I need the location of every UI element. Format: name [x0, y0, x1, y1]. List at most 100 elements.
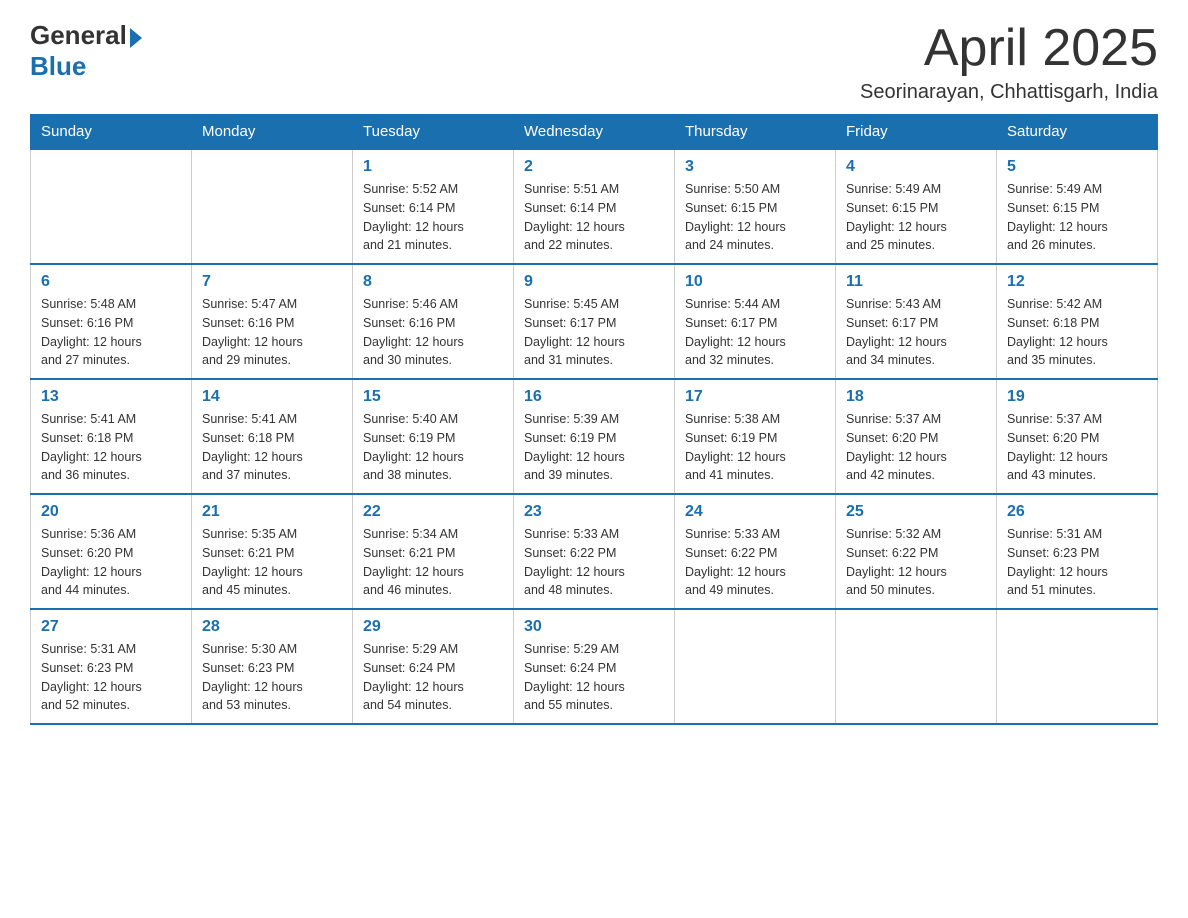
day-info: Sunrise: 5:29 AM Sunset: 6:24 PM Dayligh…	[363, 640, 503, 715]
day-number: 8	[363, 273, 503, 291]
logo: General Blue	[30, 20, 142, 82]
day-info: Sunrise: 5:33 AM Sunset: 6:22 PM Dayligh…	[524, 525, 664, 600]
day-number: 11	[846, 273, 986, 291]
day-number: 17	[685, 388, 825, 406]
calendar-week-row: 6Sunrise: 5:48 AM Sunset: 6:16 PM Daylig…	[31, 264, 1158, 379]
day-info: Sunrise: 5:35 AM Sunset: 6:21 PM Dayligh…	[202, 525, 342, 600]
day-info: Sunrise: 5:47 AM Sunset: 6:16 PM Dayligh…	[202, 295, 342, 370]
day-number: 13	[41, 388, 181, 406]
calendar-day-header: Tuesday	[353, 115, 514, 150]
calendar-day-cell: 13 Sunrise: 5:41 AM Sunset: 6:18 PM Dayli…	[31, 379, 192, 494]
day-number: 20	[41, 503, 181, 521]
calendar-day-cell: 6Sunrise: 5:48 AM Sunset: 6:16 PM Daylig…	[31, 264, 192, 379]
day-info: Sunrise: 5:52 AM Sunset: 6:14 PM Dayligh…	[363, 180, 503, 255]
day-number: 23	[524, 503, 664, 521]
day-number: 4	[846, 158, 986, 176]
calendar-day-header: Saturday	[997, 115, 1158, 150]
day-number: 25	[846, 503, 986, 521]
calendar-day-cell: 5 Sunrise: 5:49 AM Sunset: 6:15 PM Daylig…	[997, 149, 1158, 264]
day-number: 24	[685, 503, 825, 521]
day-info: Sunrise: 5:49 AM Sunset: 6:15 PM Dayligh…	[846, 180, 986, 255]
logo-general-text: General	[30, 20, 127, 51]
calendar-day-cell: 20 Sunrise: 5:36 AM Sunset: 6:20 PM Dayli…	[31, 494, 192, 609]
day-number: 2	[524, 158, 664, 176]
day-info: Sunrise: 5:39 AM Sunset: 6:19 PM Dayligh…	[524, 410, 664, 485]
day-number: 9	[524, 273, 664, 291]
calendar-day-cell: 1 Sunrise: 5:52 AM Sunset: 6:14 PM Daylig…	[353, 149, 514, 264]
day-number: 3	[685, 158, 825, 176]
calendar-day-cell: 3 Sunrise: 5:50 AM Sunset: 6:15 PM Daylig…	[675, 149, 836, 264]
calendar-table: SundayMondayTuesdayWednesdayThursdayFrid…	[30, 114, 1158, 725]
day-info: Sunrise: 5:34 AM Sunset: 6:21 PM Dayligh…	[363, 525, 503, 600]
day-number: 5	[1007, 158, 1147, 176]
day-info: Sunrise: 5:40 AM Sunset: 6:19 PM Dayligh…	[363, 410, 503, 485]
day-number: 12	[1007, 273, 1147, 291]
calendar-day-cell: 8 Sunrise: 5:46 AM Sunset: 6:16 PM Daylig…	[353, 264, 514, 379]
day-number: 15	[363, 388, 503, 406]
day-number: 7	[202, 273, 342, 291]
day-info: Sunrise: 5:44 AM Sunset: 6:17 PM Dayligh…	[685, 295, 825, 370]
calendar-day-cell	[192, 149, 353, 264]
calendar-day-cell	[675, 609, 836, 724]
calendar-day-header: Sunday	[31, 115, 192, 150]
day-info: Sunrise: 5:43 AM Sunset: 6:17 PM Dayligh…	[846, 295, 986, 370]
calendar-day-cell: 11 Sunrise: 5:43 AM Sunset: 6:17 PM Dayli…	[836, 264, 997, 379]
calendar-day-cell: 28Sunrise: 5:30 AM Sunset: 6:23 PM Dayli…	[192, 609, 353, 724]
calendar-week-row: 1 Sunrise: 5:52 AM Sunset: 6:14 PM Daylig…	[31, 149, 1158, 264]
day-number: 27	[41, 618, 181, 636]
day-info: Sunrise: 5:31 AM Sunset: 6:23 PM Dayligh…	[1007, 525, 1147, 600]
calendar-day-cell: 10 Sunrise: 5:44 AM Sunset: 6:17 PM Dayli…	[675, 264, 836, 379]
calendar-day-header: Wednesday	[514, 115, 675, 150]
day-number: 19	[1007, 388, 1147, 406]
month-title: April 2025	[860, 20, 1158, 77]
calendar-day-cell: 14Sunrise: 5:41 AM Sunset: 6:18 PM Dayli…	[192, 379, 353, 494]
calendar-day-cell: 4 Sunrise: 5:49 AM Sunset: 6:15 PM Daylig…	[836, 149, 997, 264]
calendar-day-cell: 17 Sunrise: 5:38 AM Sunset: 6:19 PM Dayli…	[675, 379, 836, 494]
day-info: Sunrise: 5:50 AM Sunset: 6:15 PM Dayligh…	[685, 180, 825, 255]
day-info: Sunrise: 5:41 AM Sunset: 6:18 PM Dayligh…	[41, 410, 181, 485]
calendar-day-cell: 21Sunrise: 5:35 AM Sunset: 6:21 PM Dayli…	[192, 494, 353, 609]
day-number: 29	[363, 618, 503, 636]
calendar-day-header: Friday	[836, 115, 997, 150]
day-number: 14	[202, 388, 342, 406]
day-info: Sunrise: 5:32 AM Sunset: 6:22 PM Dayligh…	[846, 525, 986, 600]
calendar-week-row: 13 Sunrise: 5:41 AM Sunset: 6:18 PM Dayli…	[31, 379, 1158, 494]
day-number: 1	[363, 158, 503, 176]
day-info: Sunrise: 5:38 AM Sunset: 6:19 PM Dayligh…	[685, 410, 825, 485]
day-info: Sunrise: 5:51 AM Sunset: 6:14 PM Dayligh…	[524, 180, 664, 255]
day-info: Sunrise: 5:29 AM Sunset: 6:24 PM Dayligh…	[524, 640, 664, 715]
day-info: Sunrise: 5:36 AM Sunset: 6:20 PM Dayligh…	[41, 525, 181, 600]
calendar-day-cell	[31, 149, 192, 264]
calendar-day-cell	[997, 609, 1158, 724]
calendar-day-cell: 15 Sunrise: 5:40 AM Sunset: 6:19 PM Dayli…	[353, 379, 514, 494]
calendar-week-row: 20 Sunrise: 5:36 AM Sunset: 6:20 PM Dayli…	[31, 494, 1158, 609]
logo-blue-text: Blue	[30, 51, 142, 82]
calendar-week-row: 27Sunrise: 5:31 AM Sunset: 6:23 PM Dayli…	[31, 609, 1158, 724]
calendar-day-header: Thursday	[675, 115, 836, 150]
day-number: 22	[363, 503, 503, 521]
calendar-header-row: SundayMondayTuesdayWednesdayThursdayFrid…	[31, 115, 1158, 150]
calendar-day-cell: 23 Sunrise: 5:33 AM Sunset: 6:22 PM Dayli…	[514, 494, 675, 609]
calendar-day-cell: 16 Sunrise: 5:39 AM Sunset: 6:19 PM Dayli…	[514, 379, 675, 494]
location-title: Seorinarayan, Chhattisgarh, India	[860, 81, 1158, 104]
day-number: 18	[846, 388, 986, 406]
calendar-day-cell: 24 Sunrise: 5:33 AM Sunset: 6:22 PM Dayli…	[675, 494, 836, 609]
calendar-day-cell: 12 Sunrise: 5:42 AM Sunset: 6:18 PM Dayli…	[997, 264, 1158, 379]
calendar-day-cell	[836, 609, 997, 724]
page-header: General Blue April 2025 Seorinarayan, Ch…	[30, 20, 1158, 104]
day-number: 10	[685, 273, 825, 291]
day-info: Sunrise: 5:42 AM Sunset: 6:18 PM Dayligh…	[1007, 295, 1147, 370]
day-info: Sunrise: 5:37 AM Sunset: 6:20 PM Dayligh…	[1007, 410, 1147, 485]
calendar-day-cell: 26 Sunrise: 5:31 AM Sunset: 6:23 PM Dayli…	[997, 494, 1158, 609]
logo-arrow-icon	[130, 28, 142, 48]
day-number: 16	[524, 388, 664, 406]
day-info: Sunrise: 5:33 AM Sunset: 6:22 PM Dayligh…	[685, 525, 825, 600]
day-info: Sunrise: 5:49 AM Sunset: 6:15 PM Dayligh…	[1007, 180, 1147, 255]
day-info: Sunrise: 5:46 AM Sunset: 6:16 PM Dayligh…	[363, 295, 503, 370]
calendar-day-cell: 22 Sunrise: 5:34 AM Sunset: 6:21 PM Dayli…	[353, 494, 514, 609]
day-info: Sunrise: 5:30 AM Sunset: 6:23 PM Dayligh…	[202, 640, 342, 715]
title-area: April 2025 Seorinarayan, Chhattisgarh, I…	[860, 20, 1158, 104]
day-number: 26	[1007, 503, 1147, 521]
calendar-day-cell: 25 Sunrise: 5:32 AM Sunset: 6:22 PM Dayli…	[836, 494, 997, 609]
day-info: Sunrise: 5:37 AM Sunset: 6:20 PM Dayligh…	[846, 410, 986, 485]
